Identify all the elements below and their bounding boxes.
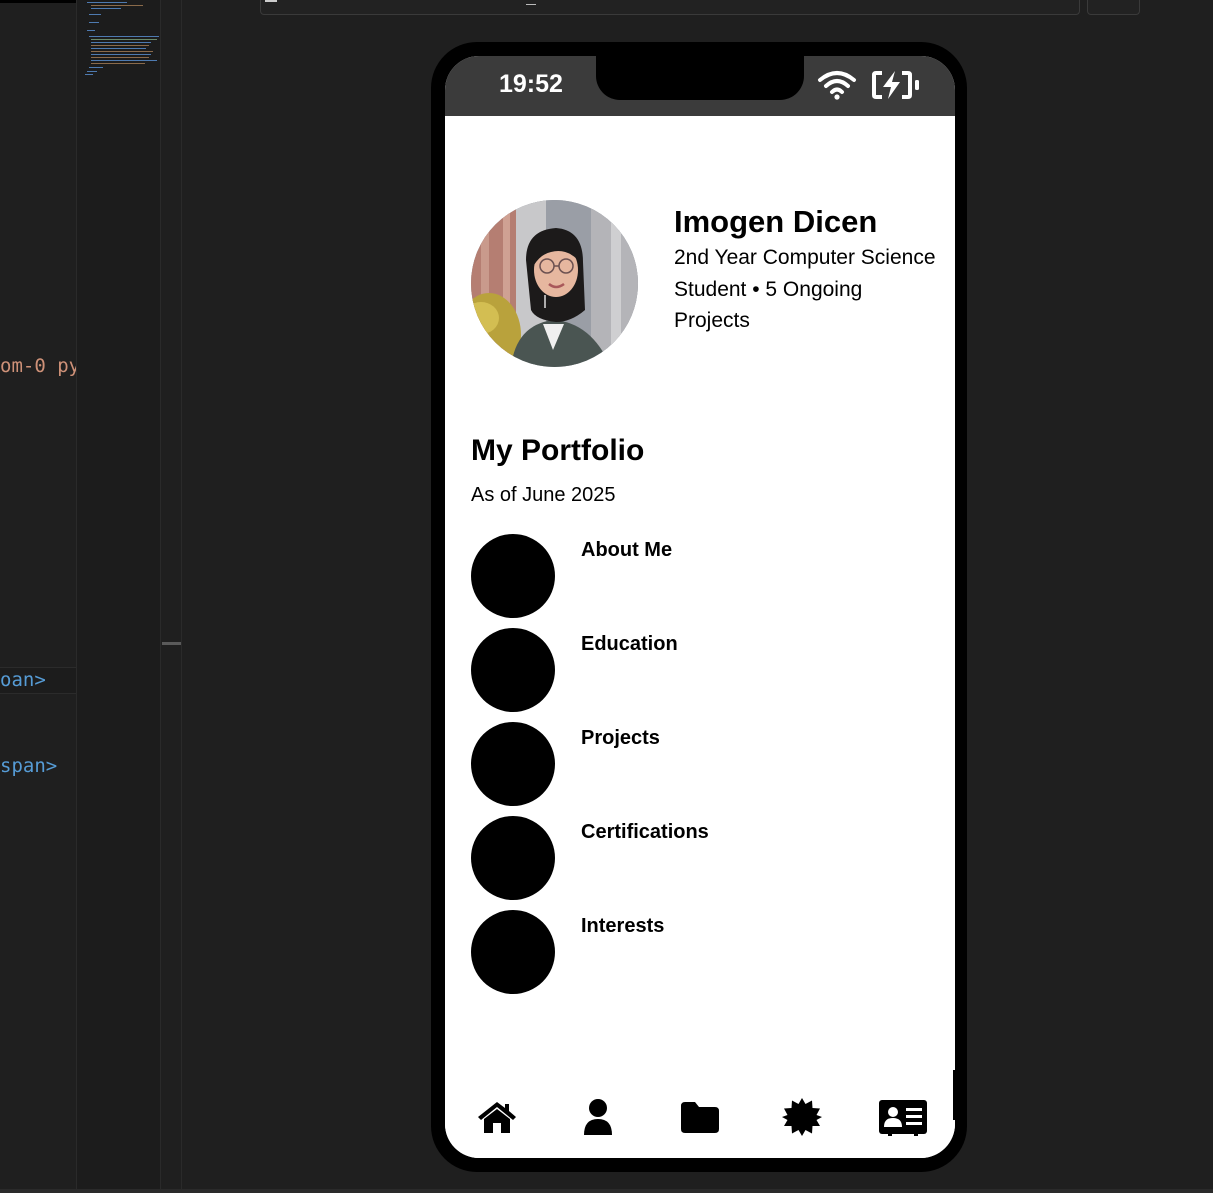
minimap-line <box>91 5 143 6</box>
portfolio-title: My Portfolio <box>471 434 645 467</box>
minimap-line <box>89 67 103 68</box>
minimap-line <box>89 22 99 23</box>
portfolio-date: As of June 2025 <box>471 484 616 506</box>
minimap-line <box>91 8 121 9</box>
menu-item-icon-placeholder[interactable] <box>471 534 555 618</box>
scrollbar-thumb[interactable] <box>162 642 181 645</box>
minimap-line <box>91 45 149 46</box>
code-line[interactable]: om-0 py <box>0 355 76 377</box>
preview-url-bar[interactable] <box>260 0 1080 15</box>
url-text-fragment <box>265 0 277 2</box>
menu-item-about-me[interactable]: About Me <box>471 534 931 620</box>
menu-item-label[interactable]: Interests <box>581 915 664 938</box>
phone-notch <box>596 56 804 100</box>
battery-charging-icon <box>872 71 919 99</box>
profile-subtitle: 2nd Year Computer Science Student • 5 On… <box>674 246 936 332</box>
minimap-line <box>91 51 153 52</box>
minimap-line <box>91 42 151 43</box>
minimap-line <box>91 63 145 64</box>
menu-item-label[interactable]: Projects <box>581 727 660 750</box>
minimap-line <box>87 2 127 3</box>
tab-profile[interactable] <box>573 1098 623 1136</box>
menu-item-icon-placeholder[interactable] <box>471 816 555 900</box>
menu-item-interests[interactable]: Interests <box>471 910 931 996</box>
home-icon <box>478 1102 516 1133</box>
code-line[interactable]: oan> <box>0 669 76 691</box>
status-time: 19:52 <box>499 70 563 98</box>
phone-frame: 19:52 Imogen Dicen 2nd Year Computer Sci… <box>431 42 967 1172</box>
profile-name: Imogen Dicen <box>674 204 878 239</box>
menu-item-label[interactable]: Education <box>581 633 678 656</box>
window-bottom-border <box>0 1189 1213 1193</box>
menu-item-icon-placeholder[interactable] <box>471 910 555 994</box>
editor-scrollbar[interactable] <box>160 0 182 1190</box>
tab-certifications[interactable] <box>777 1098 827 1136</box>
menu-item-icon-placeholder[interactable] <box>471 722 555 806</box>
badge-icon <box>782 1098 822 1136</box>
folder-icon <box>681 1102 719 1133</box>
menu-item-certifications[interactable]: Certifications <box>471 816 931 902</box>
minimap-line <box>91 57 149 58</box>
wifi-icon <box>818 71 856 100</box>
menu-item-label[interactable]: About Me <box>581 539 672 562</box>
tab-projects[interactable] <box>675 1098 725 1136</box>
contact-card-icon <box>879 1100 927 1136</box>
code-editor-pane[interactable]: om-0 py oan> span> <box>0 0 76 1190</box>
preview-toolbar-button[interactable] <box>1087 0 1140 15</box>
minimap-line <box>87 71 97 72</box>
url-cursor <box>526 4 536 5</box>
avatar-photo <box>471 200 638 367</box>
minimap-line <box>89 14 101 15</box>
code-line[interactable]: span> <box>0 755 76 777</box>
editor-top-border <box>0 0 76 3</box>
tab-home[interactable] <box>472 1098 522 1136</box>
minimap-line <box>89 36 159 37</box>
minimap-line <box>87 30 95 31</box>
minimap-line <box>91 39 157 40</box>
minimap-line <box>91 48 146 49</box>
menu-item-education[interactable]: Education <box>471 628 931 714</box>
menu-item-label[interactable]: Certifications <box>581 821 709 844</box>
phone-screen: 19:52 Imogen Dicen 2nd Year Computer Sci… <box>445 56 955 1158</box>
profile-avatar[interactable] <box>471 200 638 367</box>
tab-contact[interactable] <box>878 1098 928 1136</box>
user-icon <box>584 1099 612 1135</box>
tab-bar-edge <box>953 1070 955 1120</box>
editor-minimap[interactable] <box>76 0 161 1190</box>
minimap-line <box>91 60 157 61</box>
minimap-line <box>91 54 151 55</box>
menu-item-projects[interactable]: Projects <box>471 722 931 808</box>
menu-item-icon-placeholder[interactable] <box>471 628 555 712</box>
minimap-line <box>85 74 93 75</box>
